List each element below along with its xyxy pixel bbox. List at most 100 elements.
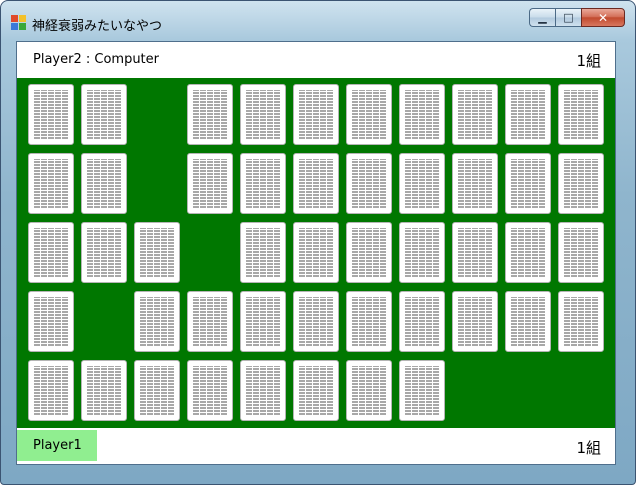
face-down-card[interactable] (240, 291, 286, 352)
face-down-card[interactable] (399, 153, 445, 214)
card-back-pattern (299, 297, 333, 346)
card-back-pattern (140, 297, 174, 346)
face-down-card[interactable] (452, 222, 498, 283)
face-down-card[interactable] (81, 153, 127, 214)
face-down-card[interactable] (505, 84, 551, 145)
face-down-card[interactable] (399, 360, 445, 421)
card-back-pattern (87, 159, 121, 208)
card-back-pattern (299, 366, 333, 415)
face-down-card[interactable] (240, 153, 286, 214)
game-board (17, 78, 615, 428)
card-back-pattern (34, 90, 68, 139)
face-down-card[interactable] (505, 291, 551, 352)
card-back-pattern (299, 228, 333, 277)
card-back-pattern (352, 159, 386, 208)
player-pair-count: 1組 (576, 439, 601, 457)
face-down-card[interactable] (187, 360, 233, 421)
card-back-pattern (87, 228, 121, 277)
face-down-card[interactable] (558, 291, 604, 352)
card-back-pattern (299, 90, 333, 139)
face-down-card[interactable] (240, 222, 286, 283)
face-down-card[interactable] (293, 360, 339, 421)
face-down-card[interactable] (558, 222, 604, 283)
face-down-card[interactable] (28, 291, 74, 352)
face-down-card[interactable] (134, 360, 180, 421)
card-back-pattern (458, 159, 492, 208)
card-back-pattern (511, 228, 545, 277)
client-area: Player2 : Computer 1組 Player1 1組 (16, 41, 616, 465)
card-back-pattern (140, 228, 174, 277)
card-back-pattern (246, 228, 280, 277)
card-back-pattern (352, 297, 386, 346)
card-back-pattern (352, 366, 386, 415)
face-down-card[interactable] (134, 222, 180, 283)
current-player-label: Player1 (17, 430, 97, 461)
face-down-card[interactable] (134, 291, 180, 352)
window-title: 神経衰弱みたいなやつ (32, 19, 163, 34)
title-bar[interactable]: 神経衰弱みたいなやつ ▁ □ ✕ (1, 1, 635, 41)
card-back-pattern (511, 90, 545, 139)
card-back-pattern (511, 297, 545, 346)
face-down-card[interactable] (240, 360, 286, 421)
card-back-pattern (405, 366, 439, 415)
face-down-card[interactable] (28, 360, 74, 421)
face-down-card[interactable] (399, 291, 445, 352)
maximize-button[interactable]: □ (555, 8, 581, 27)
face-down-card[interactable] (399, 84, 445, 145)
face-down-card[interactable] (81, 360, 127, 421)
face-down-card[interactable] (346, 153, 392, 214)
face-down-card[interactable] (28, 84, 74, 145)
card-back-pattern (34, 366, 68, 415)
face-down-card[interactable] (399, 222, 445, 283)
card-back-pattern (193, 159, 227, 208)
card-back-pattern (193, 90, 227, 139)
face-down-card[interactable] (187, 291, 233, 352)
face-down-card[interactable] (81, 84, 127, 145)
card-back-pattern (564, 90, 598, 139)
card-back-pattern (405, 159, 439, 208)
minimize-button[interactable]: ▁ (529, 8, 555, 27)
face-down-card[interactable] (187, 84, 233, 145)
face-down-card[interactable] (452, 84, 498, 145)
card-back-pattern (87, 90, 121, 139)
face-down-card[interactable] (505, 222, 551, 283)
card-back-pattern (34, 159, 68, 208)
card-back-pattern (246, 297, 280, 346)
card-back-pattern (405, 297, 439, 346)
face-down-card[interactable] (558, 153, 604, 214)
card-back-pattern (352, 90, 386, 139)
face-down-card[interactable] (187, 153, 233, 214)
card-back-pattern (246, 366, 280, 415)
app-icon[interactable] (11, 15, 27, 31)
card-back-pattern (246, 159, 280, 208)
card-back-pattern (405, 228, 439, 277)
face-down-card[interactable] (346, 360, 392, 421)
card-back-pattern (34, 228, 68, 277)
face-down-card[interactable] (293, 153, 339, 214)
card-back-pattern (458, 228, 492, 277)
face-down-card[interactable] (240, 84, 286, 145)
card-back-pattern (193, 366, 227, 415)
face-down-card[interactable] (28, 153, 74, 214)
window-controls: ▁ □ ✕ (529, 8, 625, 28)
card-back-pattern (564, 159, 598, 208)
card-back-pattern (352, 228, 386, 277)
face-down-card[interactable] (346, 222, 392, 283)
card-back-pattern (458, 90, 492, 139)
face-down-card[interactable] (452, 153, 498, 214)
card-back-pattern (511, 159, 545, 208)
face-down-card[interactable] (346, 84, 392, 145)
face-down-card[interactable] (346, 291, 392, 352)
face-down-card[interactable] (558, 84, 604, 145)
face-down-card[interactable] (28, 222, 74, 283)
card-back-pattern (564, 297, 598, 346)
opponent-label: Player2 : Computer (33, 52, 159, 67)
face-down-card[interactable] (293, 222, 339, 283)
face-down-card[interactable] (293, 291, 339, 352)
face-down-card[interactable] (452, 291, 498, 352)
face-down-card[interactable] (505, 153, 551, 214)
close-button[interactable]: ✕ (581, 8, 625, 27)
card-back-pattern (405, 90, 439, 139)
face-down-card[interactable] (293, 84, 339, 145)
face-down-card[interactable] (81, 222, 127, 283)
